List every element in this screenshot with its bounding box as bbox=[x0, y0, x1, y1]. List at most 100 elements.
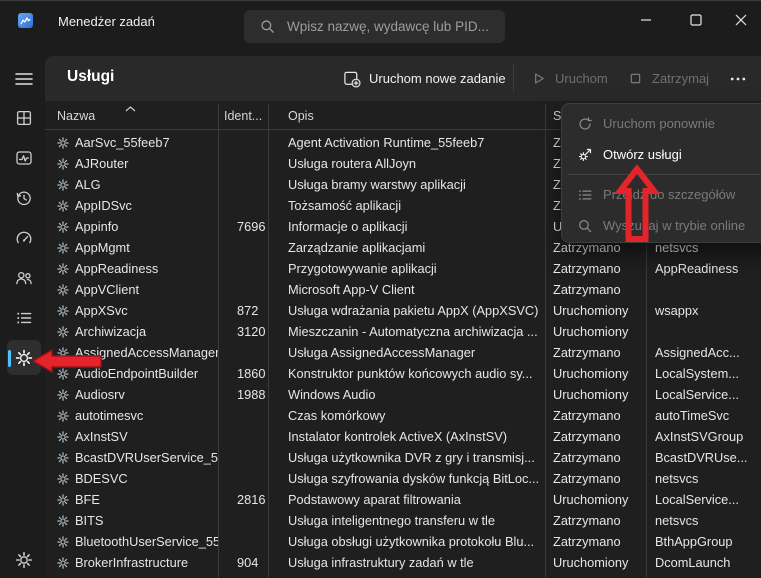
table-row[interactable]: BFE2816Podstawowy aparat filtrowaniaUruc… bbox=[45, 489, 761, 510]
service-name: AppReadiness bbox=[75, 258, 158, 279]
service-name: BluetoothUserService_55... bbox=[75, 531, 218, 552]
service-group: AssignedAcc... bbox=[646, 342, 761, 363]
titlebar: Menedżer zadań Wpisz nazwę, wydawcę lub … bbox=[0, 1, 761, 56]
service-description: Usługa AssignedAccessManager bbox=[268, 342, 545, 363]
cell-name: AppVClient bbox=[45, 279, 218, 300]
ellipsis-icon bbox=[729, 70, 747, 88]
stop-icon bbox=[627, 70, 644, 87]
service-status: Zatrzymano bbox=[545, 531, 646, 552]
service-status: Zatrzymano bbox=[545, 573, 646, 578]
service-group: autoTimeSvc bbox=[646, 405, 761, 426]
service-description: Konstruktor punktów końcowych audio sy..… bbox=[268, 363, 545, 384]
close-button[interactable] bbox=[730, 9, 752, 31]
service-gear-icon bbox=[57, 263, 69, 275]
service-gear-icon bbox=[57, 284, 69, 296]
sort-ascending-icon bbox=[125, 106, 136, 112]
sidebar-item-services[interactable] bbox=[15, 349, 33, 367]
search-input[interactable]: Wpisz nazwę, wydawcę lub PID... bbox=[244, 10, 505, 43]
table-row[interactable]: BcastDVRUserService_55...Usługa użytkown… bbox=[45, 447, 761, 468]
service-description: Przygotowywanie aplikacji bbox=[268, 258, 545, 279]
context-menu: Uruchom ponownie Otwórz usługi bbox=[561, 103, 761, 243]
hamburger-icon bbox=[15, 71, 33, 87]
service-gear-icon bbox=[57, 515, 69, 527]
service-gear-icon bbox=[57, 536, 69, 548]
service-description: Agent Activation Runtime_55feeb7 bbox=[268, 132, 545, 153]
cell-name: BluetoothUserService_55... bbox=[45, 531, 218, 552]
service-status: Zatrzymano bbox=[545, 510, 646, 531]
run-new-task-button[interactable]: Uruchom nowe zadanie bbox=[343, 56, 506, 101]
search-placeholder: Wpisz nazwę, wydawcę lub PID... bbox=[287, 19, 489, 34]
table-row[interactable]: autotimesvcCzas komórkowyZatrzymanoautoT… bbox=[45, 405, 761, 426]
service-name: AudioEndpointBuilder bbox=[75, 363, 198, 384]
menu-item-restart[interactable]: Uruchom ponownie bbox=[562, 108, 761, 139]
service-status: Uruchomiony bbox=[545, 384, 646, 405]
navigation-menu-button[interactable] bbox=[15, 71, 33, 87]
service-pid: 904 bbox=[218, 552, 268, 573]
service-name: Audiosrv bbox=[75, 384, 125, 405]
more-options-button[interactable] bbox=[729, 56, 747, 101]
table-row[interactable]: BITSUsługa inteligentnego transferu w tl… bbox=[45, 510, 761, 531]
table-row[interactable]: BrokerInfrastructure904Usługa infrastruk… bbox=[45, 552, 761, 573]
table-row[interactable]: BluetoothUserService_55...Usługa obsługi… bbox=[45, 531, 761, 552]
table-row[interactable]: BTAGService Usługa bramy audio BluetoothZ… bbox=[45, 573, 761, 578]
service-group: BcastDVRUse... bbox=[646, 447, 761, 468]
search-icon bbox=[260, 19, 275, 34]
sidebar-item-startup-apps[interactable] bbox=[15, 229, 33, 247]
minimize-button[interactable] bbox=[635, 9, 657, 31]
table-row[interactable]: Archiwizacja3120Mieszczanin - Automatycz… bbox=[45, 321, 761, 342]
service-description: Usługa wdrażania pakietu AppX (AppXSVC) bbox=[268, 300, 545, 321]
stop-button[interactable]: Zatrzymaj bbox=[627, 56, 709, 101]
service-description: Windows Audio bbox=[268, 384, 545, 405]
service-status: Zatrzymano bbox=[545, 342, 646, 363]
service-gear-icon bbox=[57, 431, 69, 443]
sidebar-item-processes[interactable] bbox=[15, 109, 33, 127]
cell-name: Audiosrv bbox=[45, 384, 218, 405]
menu-item-search-online[interactable]: Wyszukaj w trybie online bbox=[562, 210, 761, 241]
service-pid bbox=[218, 153, 268, 174]
service-gear-icon bbox=[57, 494, 69, 506]
table-row[interactable]: AppVClientMicrosoft App-V ClientZatrzyma… bbox=[45, 279, 761, 300]
sidebar-item-performance[interactable] bbox=[15, 149, 33, 167]
table-row[interactable]: AxInstSVInstalator kontrolek ActiveX (Ax… bbox=[45, 426, 761, 447]
table-row[interactable]: AssignedAccessManager... Usługa AssignedA… bbox=[45, 342, 761, 363]
cell-name: BDESVC bbox=[45, 468, 218, 489]
service-pid bbox=[218, 237, 268, 258]
column-header-pid[interactable]: Ident... bbox=[218, 104, 268, 129]
cell-name: BrokerInfrastructure bbox=[45, 552, 218, 573]
maximize-button[interactable] bbox=[685, 9, 707, 31]
column-header-description[interactable]: Opis bbox=[268, 104, 545, 129]
stop-label: Zatrzymaj bbox=[652, 71, 709, 86]
app-title: Menedżer zadań bbox=[58, 14, 155, 29]
service-description: Usługa użytkownika DVR z gry i transmisj… bbox=[268, 447, 545, 468]
service-name: AppVClient bbox=[75, 279, 139, 300]
table-row[interactable]: AudioEndpointBuilder1860Konstruktor punk… bbox=[45, 363, 761, 384]
table-row[interactable]: AppXSvc872Usługa wdrażania pakietu AppX … bbox=[45, 300, 761, 321]
service-name: AppXSvc bbox=[75, 300, 128, 321]
menu-item-open-services[interactable]: Otwórz usługi bbox=[562, 139, 761, 170]
settings-icon bbox=[15, 551, 33, 569]
service-description: Usługa szyfrowania dysków funkcją BitLoc… bbox=[268, 468, 545, 489]
cell-name: AssignedAccessManager... bbox=[45, 342, 218, 363]
cell-name: BTAGService bbox=[45, 573, 218, 578]
sidebar-item-settings[interactable] bbox=[15, 551, 33, 569]
service-status: Zatrzymano bbox=[545, 279, 646, 300]
table-row[interactable]: BDESVC Usługa szyfrowania dysków funkcją … bbox=[45, 468, 761, 489]
command-bar-divider bbox=[513, 65, 514, 92]
service-description: Usługa bramy audio Bluetooth bbox=[268, 573, 545, 578]
table-row[interactable]: AppReadinessPrzygotowywanie aplikacjiZat… bbox=[45, 258, 761, 279]
run-button[interactable]: Uruchom bbox=[530, 56, 608, 101]
menu-item-go-to-details[interactable]: Przejdź do szczegółów bbox=[562, 179, 761, 210]
service-pid bbox=[218, 531, 268, 552]
table-row[interactable]: Audiosrv1988Windows AudioUruchomionyLoca… bbox=[45, 384, 761, 405]
run-label: Uruchom bbox=[555, 71, 608, 86]
sidebar-item-details[interactable] bbox=[15, 309, 33, 327]
sidebar-item-users[interactable] bbox=[15, 269, 33, 287]
service-pid bbox=[218, 573, 268, 578]
service-description: Usługa inteligentnego transferu w tle bbox=[268, 510, 545, 531]
service-description: Podstawowy aparat filtrowania bbox=[268, 489, 545, 510]
service-pid: 3120 bbox=[218, 321, 268, 342]
service-description: Usługa bramy warstwy aplikacji bbox=[268, 174, 545, 195]
service-name: BDESVC bbox=[75, 468, 128, 489]
sidebar-item-app-history[interactable] bbox=[15, 189, 33, 207]
service-group: LocalService... bbox=[646, 573, 761, 578]
